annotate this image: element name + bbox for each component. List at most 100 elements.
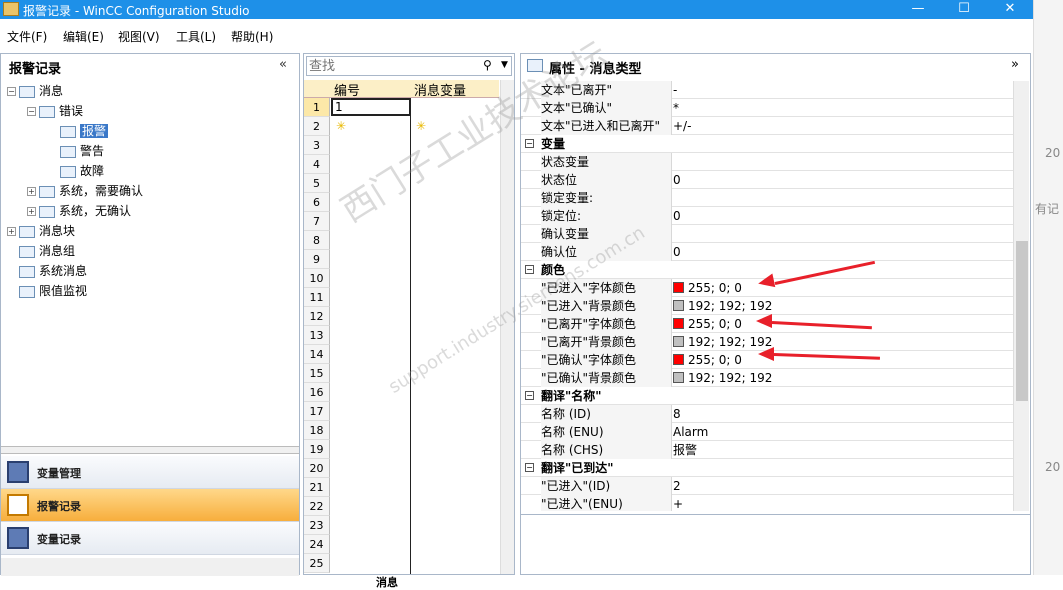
tree-node-messages[interactable]: − 消息 xyxy=(7,82,63,100)
property-row[interactable]: 名称 (ENU) Alarm xyxy=(521,423,1013,441)
tree-node-system-noack[interactable]: + 系统，无确认 xyxy=(27,202,131,220)
collapse-icon[interactable]: − xyxy=(7,87,16,96)
tree-node-errors[interactable]: − 错误 xyxy=(27,102,83,120)
expand-icon[interactable]: + xyxy=(7,227,16,236)
row-number[interactable]: 16 xyxy=(304,383,330,402)
tree-node-fault[interactable]: 故障 xyxy=(60,162,104,180)
new-row-icon[interactable]: ✳ xyxy=(416,119,426,133)
column-header-message-tag[interactable]: 消息变量 xyxy=(414,80,466,99)
menu-view[interactable]: 视图(V) xyxy=(118,28,160,45)
collapse-icon[interactable]: « xyxy=(279,57,287,72)
row-number[interactable]: 19 xyxy=(304,440,330,459)
property-category[interactable]: − 翻译"名称" xyxy=(521,387,1013,405)
minimize-button[interactable]: — xyxy=(895,0,941,19)
nav-tag-logging[interactable]: 变量记录 xyxy=(1,522,299,555)
expand-icon[interactable]: + xyxy=(27,187,36,196)
row-number[interactable]: 1 xyxy=(304,98,330,117)
row-number[interactable]: 10 xyxy=(304,269,330,288)
property-category[interactable]: − 翻译"已到达" xyxy=(521,459,1013,477)
property-value[interactable]: 报警 xyxy=(673,442,697,459)
property-value[interactable]: 2 xyxy=(673,478,681,495)
menu-tools[interactable]: 工具(L) xyxy=(176,28,216,45)
collapse-icon[interactable]: − xyxy=(525,139,534,148)
property-row[interactable]: 确认位 0 xyxy=(521,243,1013,261)
nav-splitter[interactable] xyxy=(1,446,299,454)
nav-alarm-logging[interactable]: 报警记录 xyxy=(1,489,299,522)
sheet-tab[interactable]: 消息 xyxy=(376,574,398,590)
vertical-scrollbar[interactable] xyxy=(1013,81,1029,511)
collapse-icon[interactable]: − xyxy=(525,463,534,472)
row-number[interactable]: 15 xyxy=(304,364,330,383)
property-value[interactable]: 192; 192; 192 xyxy=(673,298,772,315)
property-row[interactable]: "已进入"背景颜色 192; 192; 192 xyxy=(521,297,1013,315)
menu-edit[interactable]: 编辑(E) xyxy=(63,28,104,45)
tree-node-system-messages[interactable]: 系统消息 xyxy=(19,262,87,280)
expand-icon[interactable]: » xyxy=(1011,57,1019,72)
tree-node-warning[interactable]: 警告 xyxy=(60,142,104,160)
tree-node-system-ack[interactable]: + 系统，需要确认 xyxy=(27,182,143,200)
color-swatch[interactable] xyxy=(673,300,684,311)
color-swatch[interactable] xyxy=(673,354,684,365)
column-header-number[interactable]: 编号 xyxy=(334,80,360,99)
row-number[interactable]: 6 xyxy=(304,193,330,212)
property-value[interactable]: + xyxy=(673,496,683,511)
row-number[interactable]: 18 xyxy=(304,421,330,440)
row-number[interactable]: 12 xyxy=(304,307,330,326)
property-category[interactable]: − 变量 xyxy=(521,135,1013,153)
property-value[interactable]: 0 xyxy=(673,172,681,189)
row-number[interactable]: 8 xyxy=(304,231,330,250)
property-value[interactable]: +/- xyxy=(673,118,691,135)
row-number[interactable]: 24 xyxy=(304,535,330,554)
grid-cell-number[interactable]: 1 xyxy=(331,98,411,116)
row-number[interactable]: 11 xyxy=(304,288,330,307)
tree-node-message-blocks[interactable]: + 消息块 xyxy=(7,222,75,240)
property-value[interactable]: 0 xyxy=(673,208,681,225)
row-number[interactable]: 9 xyxy=(304,250,330,269)
row-number[interactable]: 14 xyxy=(304,345,330,364)
chevron-down-icon[interactable]: ▼ xyxy=(501,60,508,70)
menu-help[interactable]: 帮助(H) xyxy=(231,28,273,45)
new-row-icon[interactable]: ✳ xyxy=(336,119,346,133)
nav-tag-management[interactable]: 变量管理 xyxy=(1,456,299,489)
row-number[interactable]: 4 xyxy=(304,155,330,174)
row-number[interactable]: 2 xyxy=(304,117,330,136)
search-input[interactable] xyxy=(309,58,479,74)
collapse-icon[interactable]: − xyxy=(525,265,534,274)
tree-node-message-groups[interactable]: 消息组 xyxy=(19,242,75,260)
property-row[interactable]: "已进入"(ID) 2 xyxy=(521,477,1013,495)
property-row[interactable]: 确认变量 xyxy=(521,225,1013,243)
row-number[interactable]: 3 xyxy=(304,136,330,155)
property-value[interactable]: Alarm xyxy=(673,424,708,441)
property-value[interactable]: 8 xyxy=(673,406,681,423)
maximize-button[interactable]: ☐ xyxy=(941,0,987,19)
expand-icon[interactable]: + xyxy=(27,207,36,216)
property-value[interactable]: 255; 0; 0 xyxy=(673,280,742,297)
row-number[interactable]: 23 xyxy=(304,516,330,535)
property-row[interactable]: 锁定位: 0 xyxy=(521,207,1013,225)
tree-node-limit-monitoring[interactable]: 限值监视 xyxy=(19,282,87,300)
scrollbar-thumb[interactable] xyxy=(1016,241,1028,401)
property-row[interactable]: "已确认"背景颜色 192; 192; 192 xyxy=(521,369,1013,387)
property-row[interactable]: 文本"已进入和已离开" +/- xyxy=(521,117,1013,135)
property-row[interactable]: 状态位 0 xyxy=(521,171,1013,189)
property-value[interactable]: 0 xyxy=(673,244,681,261)
row-number[interactable]: 22 xyxy=(304,497,330,516)
property-value[interactable]: 192; 192; 192 xyxy=(673,370,772,387)
row-number[interactable]: 17 xyxy=(304,402,330,421)
row-number[interactable]: 5 xyxy=(304,174,330,193)
property-value[interactable]: 255; 0; 0 xyxy=(673,316,742,333)
color-swatch[interactable] xyxy=(673,372,684,383)
color-swatch[interactable] xyxy=(673,318,684,329)
menu-file[interactable]: 文件(F) xyxy=(7,28,47,45)
property-row[interactable]: 名称 (ID) 8 xyxy=(521,405,1013,423)
property-row[interactable]: "已进入"(ENU) + xyxy=(521,495,1013,511)
property-row[interactable]: 锁定变量: xyxy=(521,189,1013,207)
close-button[interactable]: ✕ xyxy=(987,0,1033,19)
row-number[interactable]: 21 xyxy=(304,478,330,497)
color-swatch[interactable] xyxy=(673,336,684,347)
property-row[interactable]: 文本"已确认" * xyxy=(521,99,1013,117)
search-icon[interactable]: ⚲ xyxy=(483,58,492,72)
property-value[interactable]: - xyxy=(673,82,677,99)
collapse-icon[interactable]: − xyxy=(525,391,534,400)
collapse-icon[interactable]: − xyxy=(27,107,36,116)
